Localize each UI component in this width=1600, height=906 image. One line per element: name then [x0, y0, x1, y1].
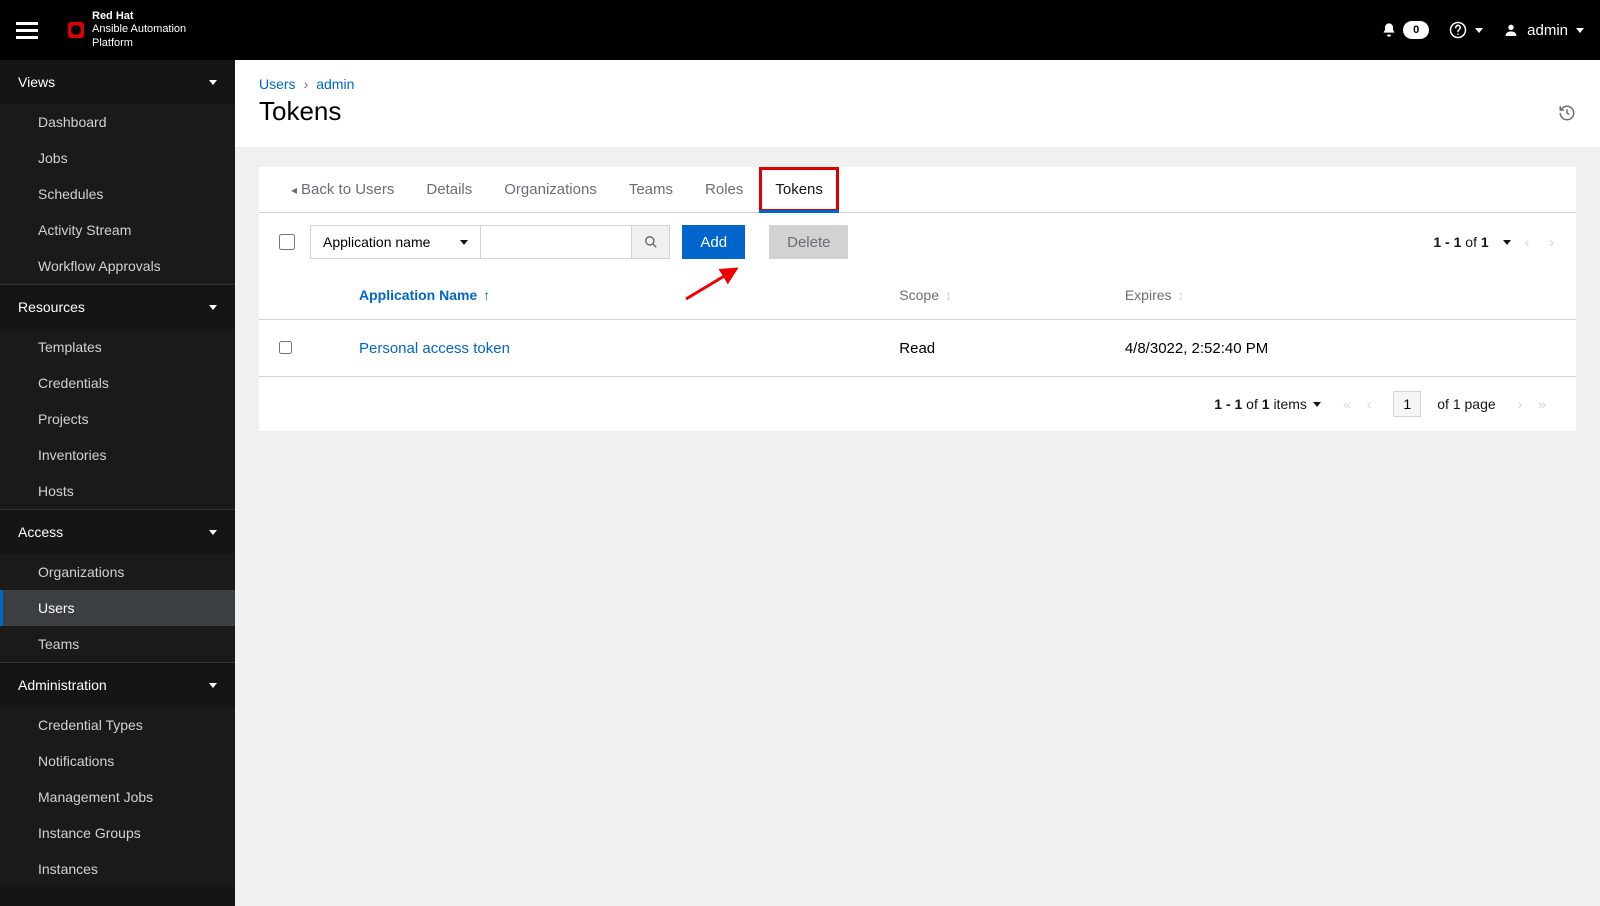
breadcrumb-separator: › [304, 76, 309, 92]
column-scope[interactable]: Scope↕ [883, 271, 1109, 320]
page-header: Users › admin Tokens [235, 60, 1600, 147]
token-scope: Read [883, 320, 1109, 377]
filter-group: Application name [310, 225, 670, 259]
tab-details[interactable]: Details [410, 167, 488, 212]
sidebar-item-organizations[interactable]: Organizations [0, 554, 235, 590]
next-page-button[interactable]: › [1512, 396, 1529, 412]
sidebar-item-activity-stream[interactable]: Activity Stream [0, 212, 235, 248]
breadcrumb-admin-link[interactable]: admin [316, 76, 354, 92]
column-application-name[interactable]: Application Name↑ [311, 271, 883, 320]
tab-tokens[interactable]: Tokens [759, 167, 839, 212]
sidebar-section-administration: Administration Credential Types Notifica… [0, 662, 235, 887]
chevron-down-icon [1576, 28, 1584, 33]
prev-page-button[interactable]: ‹ [1361, 396, 1378, 412]
sidebar-header-access[interactable]: Access [0, 510, 235, 554]
menu-toggle-button[interactable] [16, 22, 38, 39]
chevron-down-icon [209, 305, 217, 310]
sidebar-item-credentials[interactable]: Credentials [0, 365, 235, 401]
chevron-down-icon [209, 683, 217, 688]
add-button[interactable]: Add [682, 225, 745, 259]
breadcrumb-users-link[interactable]: Users [259, 76, 296, 92]
sidebar-item-credential-types[interactable]: Credential Types [0, 707, 235, 743]
breadcrumb: Users › admin [259, 76, 1576, 92]
user-icon [1503, 22, 1519, 38]
sidebar-item-notifications[interactable]: Notifications [0, 743, 235, 779]
footer-range[interactable]: 1 - 1 of 1 items [1214, 396, 1321, 412]
sidebar-item-teams[interactable]: Teams [0, 626, 235, 662]
topbar: Red Hat Ansible Automation Platform 0 ad… [0, 0, 1600, 60]
next-page-button[interactable]: › [1543, 234, 1560, 250]
sort-icon: ↕ [945, 287, 952, 303]
sidebar-item-workflow-approvals[interactable]: Workflow Approvals [0, 248, 235, 284]
chevron-down-icon [209, 530, 217, 535]
sidebar-item-instances[interactable]: Instances [0, 851, 235, 887]
sort-asc-icon: ↑ [483, 287, 490, 303]
brand: Red Hat Ansible Automation Platform [68, 10, 186, 50]
sidebar-item-projects[interactable]: Projects [0, 401, 235, 437]
prev-page-button[interactable]: ‹ [1519, 234, 1536, 250]
tokens-card: Back to Users Details Organizations Team… [259, 167, 1576, 431]
help-button[interactable] [1449, 21, 1483, 39]
user-menu-button[interactable]: admin [1503, 22, 1584, 39]
filter-input[interactable] [481, 226, 631, 258]
token-expires: 4/8/3022, 2:52:40 PM [1109, 320, 1576, 377]
toolbar: Application name Add [259, 213, 1576, 271]
brand-text: Red Hat Ansible Automation Platform [92, 10, 186, 50]
history-icon[interactable] [1558, 104, 1576, 122]
page-title: Tokens [259, 96, 1576, 127]
tabs: Back to Users Details Organizations Team… [259, 167, 1576, 213]
tab-teams[interactable]: Teams [613, 167, 689, 212]
tab-roles[interactable]: Roles [689, 167, 759, 212]
sidebar-item-jobs[interactable]: Jobs [0, 140, 235, 176]
row-checkbox[interactable] [279, 341, 292, 354]
chevron-down-icon [460, 240, 468, 245]
tab-organizations[interactable]: Organizations [488, 167, 613, 212]
redhat-icon [68, 22, 84, 38]
page-number-input[interactable] [1393, 391, 1421, 417]
help-icon [1449, 21, 1467, 39]
sidebar-item-instance-groups[interactable]: Instance Groups [0, 815, 235, 851]
chevron-down-icon [1313, 402, 1321, 407]
search-button[interactable] [631, 226, 669, 258]
sidebar-item-hosts[interactable]: Hosts [0, 473, 235, 509]
notifications-button[interactable]: 0 [1381, 21, 1429, 39]
sidebar-header-administration[interactable]: Administration [0, 663, 235, 707]
sort-icon: ↕ [1178, 287, 1185, 303]
sidebar-section-views: Views Dashboard Jobs Schedules Activity … [0, 60, 235, 284]
username-label: admin [1527, 22, 1568, 39]
last-page-button[interactable]: » [1532, 396, 1552, 412]
column-expires[interactable]: Expires↕ [1109, 271, 1576, 320]
sidebar: Views Dashboard Jobs Schedules Activity … [0, 60, 235, 906]
token-name-link[interactable]: Personal access token [359, 340, 510, 357]
delete-button[interactable]: Delete [769, 225, 848, 259]
top-pagination: 1 - 1 of 1 ‹ › [1433, 234, 1560, 250]
sidebar-item-inventories[interactable]: Inventories [0, 437, 235, 473]
sidebar-section-resources: Resources Templates Credentials Projects… [0, 284, 235, 509]
chevron-down-icon [209, 80, 217, 85]
first-page-button[interactable]: « [1337, 396, 1357, 412]
sidebar-header-resources[interactable]: Resources [0, 285, 235, 329]
sidebar-header-views[interactable]: Views [0, 60, 235, 104]
footer-pager: « ‹ [1337, 396, 1377, 412]
main-content: Users › admin Tokens Back to Users Detai… [235, 60, 1600, 906]
select-all-checkbox[interactable] [279, 234, 295, 250]
footer-pager-next: › » [1512, 396, 1552, 412]
filter-type-select[interactable]: Application name [311, 226, 481, 258]
filter-type-label: Application name [323, 234, 430, 250]
table-row: Personal access token Read 4/8/3022, 2:5… [259, 320, 1576, 377]
tab-back-to-users[interactable]: Back to Users [275, 167, 410, 212]
chevron-down-icon [1475, 28, 1483, 33]
bell-icon [1381, 22, 1397, 38]
sidebar-item-users[interactable]: Users [0, 590, 235, 626]
sidebar-item-templates[interactable]: Templates [0, 329, 235, 365]
tokens-table: Application Name↑ Scope↕ Expires↕ [259, 271, 1576, 377]
sidebar-item-dashboard[interactable]: Dashboard [0, 104, 235, 140]
notification-badge: 0 [1403, 21, 1429, 39]
sidebar-section-access: Access Organizations Users Teams [0, 509, 235, 662]
chevron-down-icon[interactable] [1503, 240, 1511, 245]
page-suffix: of 1 page [1437, 396, 1495, 412]
table-footer: 1 - 1 of 1 items « ‹ of 1 page › » [259, 377, 1576, 431]
sidebar-item-management-jobs[interactable]: Management Jobs [0, 779, 235, 815]
sidebar-item-schedules[interactable]: Schedules [0, 176, 235, 212]
